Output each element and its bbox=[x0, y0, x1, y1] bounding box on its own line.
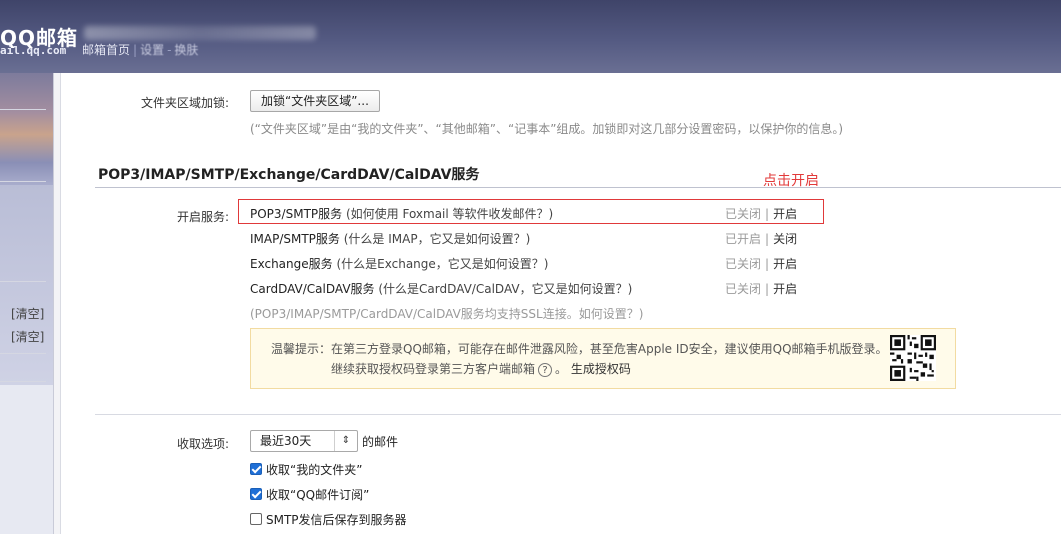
logo-domain: ail.qq.com bbox=[0, 44, 67, 57]
folder-lock-hint: (“文件夹区域”是由“我的文件夹”、“其他邮箱”、“记事本”组成。加锁即对这几部… bbox=[250, 122, 844, 136]
checkbox-label: SMTP发信后保存到服务器 bbox=[266, 513, 407, 527]
top-header: QQ邮箱 ail.qq.com 邮箱首页 | 设置 - 换肤 bbox=[0, 0, 1061, 73]
blurred-account-name bbox=[84, 26, 316, 40]
service-help-link[interactable]: (什么是Exchange，它又是如何设置？) bbox=[336, 257, 548, 271]
service-help-link[interactable]: (什么是 IMAP，它又是如何设置？) bbox=[344, 232, 531, 246]
service-help-link[interactable]: (如何使用 Foxmail 等软件收发邮件？) bbox=[346, 207, 553, 221]
tip-continue-text: 继续获取授权码登录第三方客户端邮箱 bbox=[331, 362, 536, 376]
service-name: Exchange服务 bbox=[250, 257, 333, 271]
tip-text: 温馨提示：在第三方登录QQ邮箱，可能存在邮件泄露风险，甚至危害Apple ID安… bbox=[271, 342, 888, 356]
status-separator: | bbox=[765, 257, 770, 271]
nav-settings-link[interactable]: 设置 bbox=[140, 43, 164, 57]
nav-separator: - bbox=[167, 43, 172, 57]
section-divider bbox=[95, 187, 1061, 188]
service-status-imap: 已开启 | 关闭 bbox=[725, 230, 797, 247]
service-row-imap: IMAP/SMTP服务 (什么是 IMAP，它又是如何设置？) bbox=[250, 230, 530, 247]
service-help-link[interactable]: (什么是CardDAV/CalDAV，它又是如何设置？) bbox=[378, 282, 632, 296]
select-value: 最近30天 bbox=[260, 434, 312, 448]
top-nav: 邮箱首页 | 设置 - 换肤 bbox=[82, 41, 198, 58]
status-separator: | bbox=[765, 232, 770, 246]
receive-range-select[interactable]: 最近30天 ⇕ bbox=[250, 430, 358, 452]
nav-separator: | bbox=[133, 43, 138, 57]
checkbox-label: 收取“我的文件夹” bbox=[266, 463, 363, 477]
section-divider bbox=[95, 414, 1061, 415]
status-text: 已关闭 bbox=[725, 257, 762, 271]
ssl-support-note-link[interactable]: (POP3/IMAP/SMTP/CardDAV/CalDAV服务均支持SSL连接… bbox=[250, 305, 643, 322]
qr-code-icon bbox=[890, 335, 936, 381]
receive-options-label: 收取选项: bbox=[176, 437, 229, 451]
generate-auth-code-link[interactable]: 生成授权码 bbox=[571, 362, 631, 376]
receive-my-folders-checkbox[interactable] bbox=[250, 463, 262, 475]
sidebar-divider bbox=[0, 353, 46, 354]
tip-period: 。 bbox=[555, 362, 568, 376]
tip-line2: 继续获取授权码登录第三方客户端邮箱?。 生成授权码 bbox=[331, 360, 631, 377]
lock-folder-button[interactable]: 加锁“文件夹区域”... bbox=[250, 90, 380, 112]
settings-content: 文件夹区域加锁: 加锁“文件夹区域”... (“文件夹区域”是由“我的文件夹”、… bbox=[60, 73, 1061, 534]
sidebar-skin-image bbox=[0, 73, 53, 185]
sidebar-folder-panel bbox=[0, 185, 53, 385]
service-status-exchange: 已关闭 | 开启 bbox=[725, 255, 797, 272]
sidebar-divider bbox=[0, 381, 46, 382]
clear-folder-link[interactable]: [清空] bbox=[11, 328, 44, 345]
disable-imap-link[interactable]: 关闭 bbox=[773, 232, 797, 246]
service-name: CardDAV/CalDAV服务 bbox=[250, 282, 375, 296]
receive-suffix: 的邮件 bbox=[362, 435, 399, 449]
sidebar-divider bbox=[0, 109, 46, 110]
status-separator: | bbox=[765, 207, 770, 221]
receive-qq-subscription-checkbox[interactable] bbox=[250, 488, 262, 500]
section-title: POP3/IMAP/SMTP/Exchange/CardDAV/CalDAV服务 bbox=[98, 167, 480, 183]
enable-exchange-link[interactable]: 开启 bbox=[773, 257, 797, 271]
nav-skin-link[interactable]: 换肤 bbox=[174, 43, 198, 57]
service-name: IMAP/SMTP服务 bbox=[250, 232, 340, 246]
nav-home-link[interactable]: 邮箱首页 bbox=[82, 43, 130, 57]
sidebar-divider bbox=[0, 281, 46, 282]
status-text: 已开启 bbox=[725, 232, 762, 246]
folder-lock-label: 文件夹区域加锁: bbox=[140, 96, 229, 110]
service-row-carddav: CardDAV/CalDAV服务 (什么是CardDAV/CalDAV，它又是如… bbox=[250, 280, 632, 297]
enable-carddav-link[interactable]: 开启 bbox=[773, 282, 797, 296]
status-text: 已关闭 bbox=[725, 282, 762, 296]
warning-tip-box: 温馨提示：在第三方登录QQ邮箱，可能存在邮件泄露风险，甚至危害Apple ID安… bbox=[250, 328, 956, 389]
service-status-pop3: 已关闭 | 开启 bbox=[725, 205, 797, 222]
smtp-save-sent-checkbox[interactable] bbox=[250, 513, 262, 525]
help-question-icon[interactable]: ? bbox=[538, 362, 553, 377]
status-text: 已关闭 bbox=[725, 207, 762, 221]
service-name: POP3/SMTP服务 bbox=[250, 207, 343, 221]
sidebar-lower-panel bbox=[0, 385, 53, 534]
checkbox-label: 收取“QQ邮件订阅” bbox=[266, 488, 370, 502]
left-sidebar: [清空] [清空] bbox=[0, 73, 54, 534]
select-arrow-icon: ⇕ bbox=[334, 431, 357, 451]
sidebar-divider bbox=[0, 181, 46, 182]
enable-pop3-link[interactable]: 开启 bbox=[773, 207, 797, 221]
service-row-pop3: POP3/SMTP服务 (如何使用 Foxmail 等软件收发邮件？) bbox=[250, 205, 553, 222]
clear-folder-link[interactable]: [清空] bbox=[11, 305, 44, 322]
service-row-exchange: Exchange服务 (什么是Exchange，它又是如何设置？) bbox=[250, 255, 548, 272]
service-status-carddav: 已关闭 | 开启 bbox=[725, 280, 797, 297]
enable-services-label: 开启服务: bbox=[176, 210, 229, 224]
status-separator: | bbox=[765, 282, 770, 296]
